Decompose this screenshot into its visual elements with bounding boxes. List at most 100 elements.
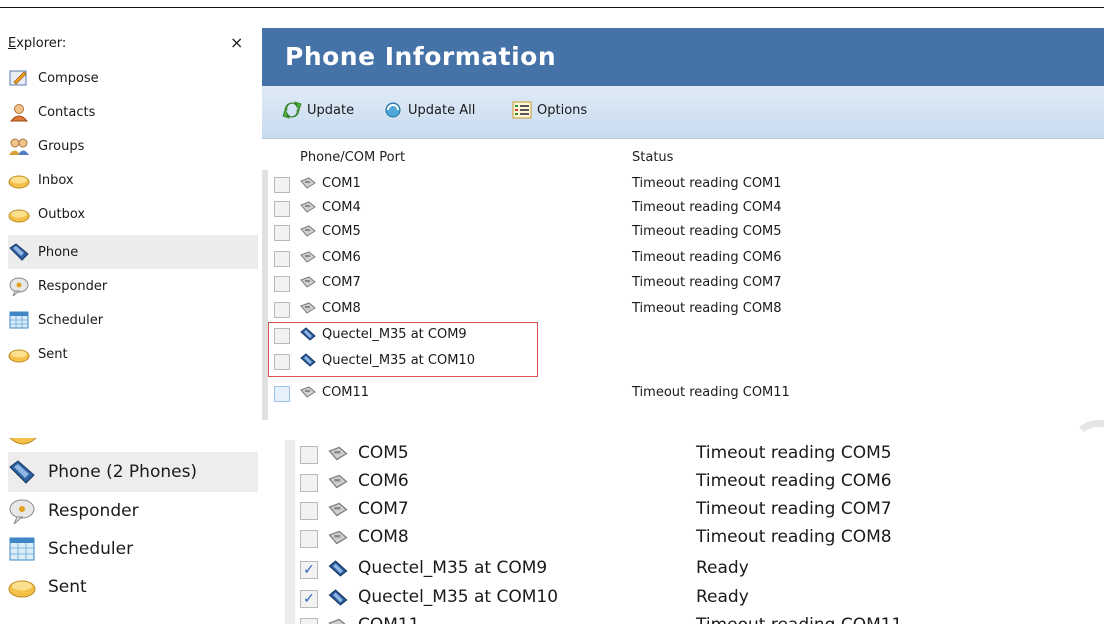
- port-status: Timeout reading COM7: [696, 499, 892, 519]
- row-checkbox[interactable]: [300, 618, 318, 624]
- nav-item-outbox[interactable]: Outbox: [8, 199, 258, 229]
- port-name: COM5: [358, 443, 409, 463]
- modem-icon: [300, 201, 316, 213]
- port-status: Timeout reading COM8: [632, 301, 782, 316]
- update-button[interactable]: Update: [282, 101, 354, 119]
- row-checkbox[interactable]: [300, 530, 318, 548]
- port-name: COM4: [322, 200, 361, 215]
- port-status: Timeout reading COM1: [632, 176, 782, 191]
- table-row[interactable]: COM5 Timeout reading COM5: [262, 220, 1104, 244]
- modem-icon: [328, 502, 348, 517]
- nav-item-scheduler[interactable]: Scheduler: [8, 305, 258, 335]
- nav-item-responder[interactable]: Responder: [8, 493, 258, 529]
- port-name: Quectel_M35 at COM10: [358, 587, 559, 607]
- port-status: Timeout reading COM11: [632, 385, 790, 400]
- port-name: COM5: [322, 224, 361, 239]
- nav-item-groups[interactable]: Groups: [8, 131, 258, 161]
- port-status: Ready: [696, 587, 749, 607]
- port-name: COM6: [322, 250, 361, 265]
- modem-icon: [328, 618, 346, 624]
- column-header-status[interactable]: Status: [632, 150, 673, 165]
- top-divider: [0, 7, 1104, 8]
- table-row[interactable]: COM7 Timeout reading COM7: [296, 497, 1104, 523]
- port-status: Ready: [696, 558, 749, 578]
- port-status: Timeout reading COM11: [696, 615, 902, 624]
- close-icon[interactable]: ×: [230, 33, 243, 52]
- responder-icon: [8, 276, 30, 297]
- nav-item-phone[interactable]: Phone (2 Phones): [8, 452, 258, 492]
- row-checkbox[interactable]: [274, 251, 290, 267]
- update-all-icon: [383, 101, 403, 119]
- update-all-button[interactable]: Update All: [383, 101, 475, 119]
- table-row[interactable]: COM1 Timeout reading COM1: [262, 172, 1104, 196]
- table-row[interactable]: COM8 Timeout reading COM8: [262, 297, 1104, 321]
- sent-icon: [8, 574, 36, 600]
- table-row[interactable]: COM6 Timeout reading COM6: [262, 246, 1104, 270]
- phone-icon: [328, 589, 348, 606]
- nav-item-responder[interactable]: Responder: [8, 271, 258, 301]
- row-checkbox[interactable]: [274, 302, 290, 318]
- port-status: Timeout reading COM5: [632, 224, 782, 239]
- compose-icon: [8, 68, 30, 88]
- table-row[interactable]: COM4 Timeout reading COM4: [262, 196, 1104, 220]
- scheduler-icon: [8, 536, 36, 562]
- table-row[interactable]: COM6 Timeout reading COM6: [296, 469, 1104, 495]
- options-icon: [512, 101, 532, 119]
- port-status: Timeout reading COM4: [632, 200, 782, 215]
- nav-item-sent[interactable]: Sent: [8, 339, 258, 369]
- table-row[interactable]: COM11 Timeout reading COM11: [296, 613, 1104, 624]
- port-status: Timeout reading COM6: [696, 471, 892, 491]
- row-checkbox[interactable]: [274, 201, 290, 217]
- modem-icon: [328, 446, 348, 461]
- row-checkbox[interactable]: [300, 446, 318, 464]
- nav-item-sent[interactable]: Sent: [8, 569, 258, 605]
- port-name: COM11: [322, 385, 370, 400]
- row-checkbox-checked[interactable]: ✓: [300, 561, 318, 579]
- row-gutter: [285, 440, 295, 624]
- sent-icon: [8, 344, 30, 364]
- page-title: Phone Information: [285, 42, 557, 71]
- groups-icon: [8, 136, 30, 156]
- row-checkbox-checked[interactable]: ✓: [300, 590, 318, 608]
- port-status: Timeout reading COM8: [696, 527, 892, 547]
- nav-item-compose[interactable]: Compose: [8, 63, 258, 93]
- nav-item-scheduler[interactable]: Scheduler: [8, 531, 258, 567]
- row-checkbox[interactable]: [300, 474, 318, 492]
- row-checkbox[interactable]: [274, 386, 290, 402]
- row-checkbox[interactable]: [274, 177, 290, 193]
- nav-item-inbox[interactable]: Inbox: [8, 165, 258, 195]
- modem-icon: [300, 302, 316, 314]
- scheduler-icon: [8, 310, 30, 330]
- table-row[interactable]: COM5 Timeout reading COM5: [296, 441, 1104, 467]
- table-row[interactable]: COM8 Timeout reading COM8: [296, 525, 1104, 551]
- port-name: COM8: [322, 301, 361, 316]
- port-status: Timeout reading COM5: [696, 443, 892, 463]
- explorer-title: Explorer:: [8, 36, 67, 51]
- modem-icon: [300, 177, 316, 189]
- phone-icon: [328, 560, 348, 577]
- port-name: COM8: [358, 527, 409, 547]
- modem-icon: [300, 276, 316, 288]
- options-button[interactable]: Options: [512, 101, 587, 119]
- row-checkbox[interactable]: [300, 502, 318, 520]
- modem-icon: [300, 225, 316, 237]
- table-row[interactable]: COM7 Timeout reading COM7: [262, 271, 1104, 295]
- nav-item-contacts[interactable]: Contacts: [8, 97, 258, 127]
- contacts-icon: [8, 102, 30, 122]
- inbox-icon: [8, 170, 30, 190]
- outbox-icon: [8, 204, 30, 224]
- table-row[interactable]: ✓ Quectel_M35 at COM9 Ready: [296, 556, 1104, 582]
- port-name: COM1: [322, 176, 361, 191]
- column-header-port[interactable]: Phone/COM Port: [300, 150, 405, 165]
- table-row[interactable]: ✓ Quectel_M35 at COM10 Ready: [296, 585, 1104, 611]
- nav-item-phone[interactable]: Phone: [8, 235, 258, 269]
- modem-icon: [300, 386, 316, 398]
- outbox-icon: [9, 437, 37, 445]
- modem-icon: [300, 251, 316, 263]
- responder-icon: [8, 498, 36, 525]
- port-name: COM7: [322, 275, 361, 290]
- row-checkbox[interactable]: [274, 225, 290, 241]
- port-status: Timeout reading COM6: [632, 250, 782, 265]
- row-checkbox[interactable]: [274, 276, 290, 292]
- table-row[interactable]: COM11 Timeout reading COM11: [262, 381, 1104, 405]
